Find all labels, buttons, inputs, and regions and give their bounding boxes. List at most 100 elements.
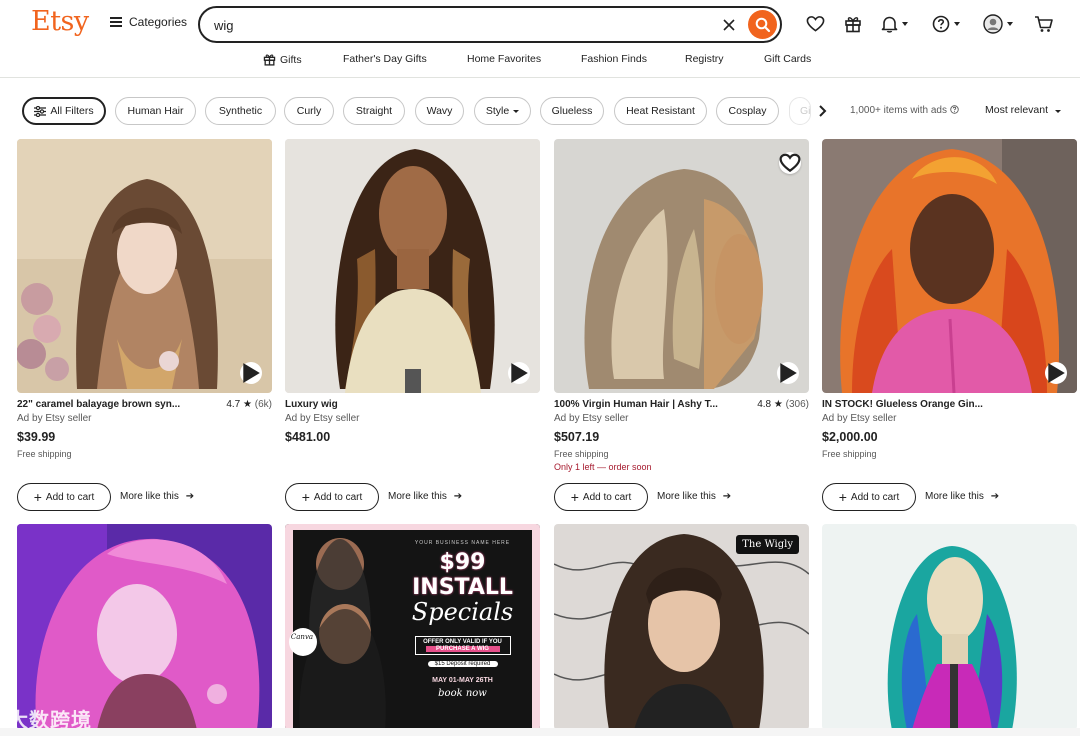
- play-icon: [1048, 363, 1065, 383]
- chevron-down-icon: [954, 22, 960, 26]
- heart-icon: [806, 16, 825, 32]
- more-like-this-label: More like this: [925, 491, 984, 502]
- listing-image[interactable]: YOUR BUSINESS NAME HERE $99 INSTALL Spec…: [285, 524, 540, 730]
- review-count: (306): [785, 399, 809, 410]
- listing-price: $2,000.00: [822, 430, 878, 444]
- etsy-logo[interactable]: Etsy: [31, 6, 89, 37]
- hamburger-icon: [110, 17, 122, 27]
- more-like-this-link[interactable]: More like this ➔: [388, 491, 462, 502]
- listing-image[interactable]: [17, 524, 272, 730]
- more-like-this-label: More like this: [657, 491, 716, 502]
- filter-chip-glueless[interactable]: Glueless: [540, 97, 604, 125]
- chevron-down-icon: [1054, 110, 1061, 113]
- arrow-right-icon: ➔: [990, 491, 1000, 502]
- chevron-right-icon[interactable]: [813, 102, 831, 120]
- add-to-cart-button[interactable]: + Add to cart: [822, 483, 916, 511]
- play-icon: [243, 363, 260, 383]
- review-count: (6k): [254, 399, 272, 410]
- filter-chip-heat-resistant[interactable]: Heat Resistant: [614, 97, 707, 125]
- filter-chip-partial[interactable]: Gi: [789, 97, 811, 125]
- add-to-cart-label: Add to cart: [582, 491, 632, 503]
- listing-card[interactable]: [822, 524, 1077, 730]
- filter-chip-straight[interactable]: Straight: [343, 97, 405, 125]
- add-to-cart-button[interactable]: + Add to cart: [554, 483, 648, 511]
- filter-chip-human-hair[interactable]: Human Hair: [115, 97, 196, 125]
- arrow-right-icon: ➔: [453, 491, 463, 502]
- info-icon[interactable]: [950, 105, 959, 114]
- rating-value: 4.7: [226, 399, 241, 410]
- listing-image[interactable]: [285, 139, 540, 393]
- flyer-headline: $99 INSTALL: [412, 550, 513, 600]
- help-icon: [932, 15, 950, 33]
- gifts-button[interactable]: [844, 13, 862, 35]
- listing-title[interactable]: 22" caramel balayage brown syn...: [17, 399, 217, 410]
- chevron-down-icon: [902, 22, 908, 26]
- more-like-this-label: More like this: [388, 491, 447, 502]
- filter-chip-style[interactable]: Style: [474, 97, 531, 125]
- filter-chip-cosplay[interactable]: Cosplay: [716, 97, 779, 125]
- cart-icon: [1035, 16, 1053, 32]
- nav-home-favorites[interactable]: Home Favorites: [467, 53, 541, 65]
- sort-dropdown[interactable]: Most relevant: [985, 104, 1061, 116]
- star-icon: ★: [243, 399, 252, 410]
- filter-chip-synthetic[interactable]: Synthetic: [205, 97, 276, 125]
- search-input[interactable]: [214, 15, 694, 35]
- all-filters-label: All Filters: [50, 105, 94, 117]
- listing-title[interactable]: IN STOCK! Glueless Orange Gin...: [822, 399, 1022, 410]
- shipping-label: Free shipping: [17, 449, 72, 459]
- flyer-business: YOUR BUSINESS NAME HERE: [414, 540, 511, 546]
- help-button[interactable]: [932, 13, 960, 35]
- listing-price: $481.00: [285, 430, 331, 444]
- play-video-button[interactable]: [777, 362, 799, 384]
- favorite-button[interactable]: [779, 152, 801, 174]
- listing-image[interactable]: [554, 139, 809, 393]
- nav-fathers-day-gifts[interactable]: Father's Day Gifts: [343, 53, 427, 65]
- add-to-cart-label: Add to cart: [45, 491, 95, 503]
- low-stock-label: Only 1 left — order soon: [554, 462, 652, 472]
- cart-button[interactable]: [1034, 13, 1054, 35]
- add-to-cart-button[interactable]: + Add to cart: [285, 483, 379, 511]
- chevron-down-icon: [1007, 22, 1013, 26]
- search-submit-button[interactable]: [748, 10, 777, 39]
- more-like-this-link[interactable]: More like this ➔: [925, 491, 999, 502]
- account-button[interactable]: [983, 13, 1013, 35]
- nav-fashion-finds[interactable]: Fashion Finds: [581, 53, 647, 65]
- more-like-this-label: More like this: [120, 491, 179, 502]
- play-icon: [511, 363, 528, 383]
- listing-image[interactable]: The Wigly: [554, 524, 809, 730]
- play-video-button[interactable]: [1045, 362, 1067, 384]
- canva-badge: Canva: [290, 633, 314, 641]
- plus-icon: +: [301, 489, 310, 505]
- results-count: 1,000+ items with ads: [850, 105, 947, 116]
- notifications-button[interactable]: [881, 13, 908, 35]
- clear-search-icon[interactable]: [720, 16, 738, 34]
- add-to-cart-button[interactable]: + Add to cart: [17, 483, 111, 511]
- listing-image[interactable]: [17, 139, 272, 393]
- filter-chip-curly[interactable]: Curly: [284, 97, 334, 125]
- nav-gift-cards[interactable]: Gift Cards: [764, 53, 811, 65]
- heart-icon: [779, 153, 801, 173]
- plus-icon: +: [33, 489, 42, 505]
- play-video-button[interactable]: [240, 362, 262, 384]
- categories-menu-button[interactable]: Categories: [110, 15, 187, 29]
- nav-gifts[interactable]: Gifts: [263, 53, 302, 66]
- listing-image[interactable]: [822, 524, 1077, 730]
- listing-title[interactable]: 100% Virgin Human Hair | Ashy T...: [554, 399, 734, 410]
- more-like-this-link[interactable]: More like this ➔: [120, 491, 194, 502]
- play-video-button[interactable]: [508, 362, 530, 384]
- flyer-offer-line1: OFFER ONLY VALID IF YOU: [423, 639, 502, 645]
- listing-image[interactable]: [822, 139, 1077, 393]
- arrow-right-icon: ➔: [185, 491, 195, 502]
- more-like-this-link[interactable]: More like this ➔: [657, 491, 731, 502]
- chevron-down-icon: [513, 109, 520, 113]
- filter-chip-wavy[interactable]: Wavy: [415, 97, 464, 125]
- plus-icon: +: [570, 489, 579, 505]
- listing-title[interactable]: Luxury wig: [285, 399, 485, 410]
- flyer-offer-line2: PURCHASE A WIG: [425, 646, 500, 652]
- listing-card[interactable]: The Wigly: [554, 524, 809, 730]
- nav-registry[interactable]: Registry: [685, 53, 724, 65]
- all-filters-button[interactable]: All Filters: [22, 97, 106, 125]
- favorites-button[interactable]: [806, 13, 825, 35]
- listing-card[interactable]: [17, 524, 272, 730]
- listing-card[interactable]: YOUR BUSINESS NAME HERE $99 INSTALL Spec…: [285, 524, 540, 730]
